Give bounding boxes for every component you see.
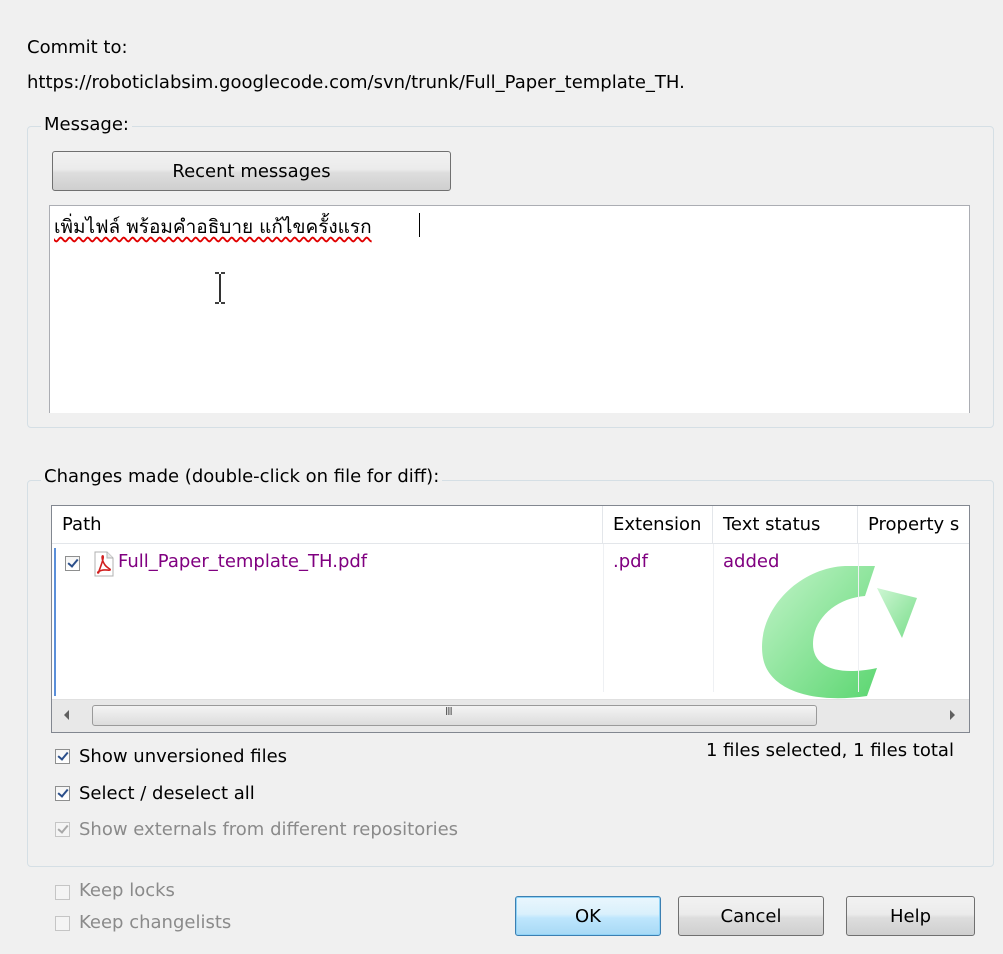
row-checkbox[interactable] [65, 556, 80, 571]
row-text-status: added [723, 551, 780, 572]
select-all-checkbox[interactable] [55, 786, 70, 801]
show-externals-label: Show externals from different repositori… [79, 819, 459, 840]
column-path[interactable]: Path [52, 506, 603, 544]
recent-messages-button[interactable]: Recent messages [52, 151, 451, 191]
horizontal-scrollbar[interactable]: III [52, 699, 969, 732]
scroll-thumb[interactable]: III [92, 705, 817, 726]
changes-list[interactable]: Path Extension Text status Property s Fu… [51, 505, 970, 733]
column-property-status[interactable]: Property s [858, 506, 969, 544]
changes-group-label: Changes made (double-click on file for d… [41, 466, 443, 487]
show-unversioned-label[interactable]: Show unversioned files [79, 746, 287, 767]
commit-url: https://roboticlabsim.googlecode.com/svn… [27, 72, 685, 93]
column-extension[interactable]: Extension [603, 506, 713, 544]
column-text-status[interactable]: Text status [713, 506, 858, 544]
show-unversioned-checkbox[interactable] [55, 749, 70, 764]
keep-locks-checkbox [55, 885, 70, 900]
row-extension: .pdf [613, 551, 648, 572]
help-button[interactable]: Help [846, 896, 975, 936]
scroll-grip: III [445, 705, 453, 718]
scroll-left-arrow-icon[interactable] [64, 710, 69, 720]
ok-button[interactable]: OK [515, 896, 661, 936]
text-caret [419, 213, 420, 237]
show-externals-checkbox [55, 822, 70, 837]
message-text: เพิ่มไฟล์ พร้อมคำอธิบาย แก้ไขครั้งแรก [54, 216, 372, 238]
commit-to-label: Commit to: [27, 37, 128, 58]
keep-changelists-label: Keep changelists [79, 912, 232, 933]
ibeam-cursor-icon [215, 272, 225, 304]
select-all-label[interactable]: Select / deselect all [79, 783, 255, 804]
cancel-button[interactable]: Cancel [678, 896, 824, 936]
message-textarea[interactable]: เพิ่มไฟล์ พร้อมคำอธิบาย แก้ไขครั้งแรก [49, 205, 970, 413]
scroll-right-arrow-icon[interactable] [950, 710, 955, 720]
tortoisesvn-watermark-icon [762, 566, 917, 699]
selection-summary: 1 files selected, 1 files total [706, 740, 954, 761]
row-path: Full_Paper_template_TH.pdf [118, 551, 368, 572]
keep-changelists-checkbox [55, 916, 70, 931]
message-group-label: Message: [41, 114, 132, 135]
pdf-file-icon [94, 551, 114, 577]
keep-locks-label: Keep locks [79, 880, 175, 901]
table-row[interactable]: Full_Paper_template_TH.pdf .pdf added [52, 546, 969, 580]
